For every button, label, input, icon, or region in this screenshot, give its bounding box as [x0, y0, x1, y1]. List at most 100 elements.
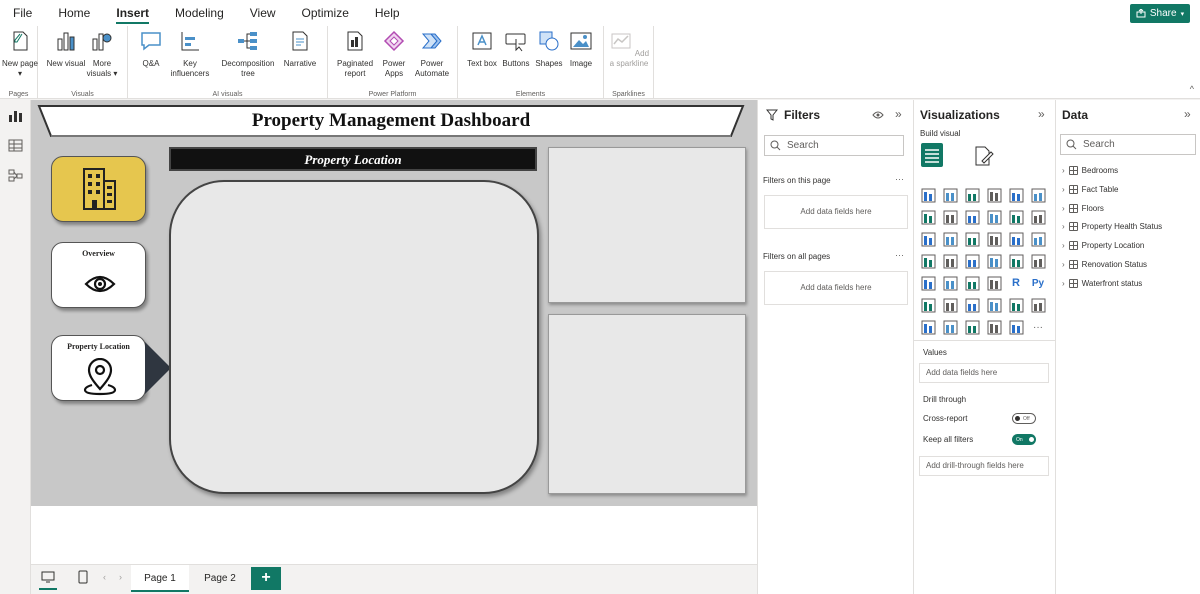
new-visual-button[interactable]: New visual [46, 29, 86, 69]
python-visual-visual-icon[interactable]: Py [1029, 274, 1047, 292]
home-nav-card[interactable] [51, 156, 146, 222]
qa-visual-icon[interactable] [963, 296, 981, 314]
decomposition-tree-button[interactable]: Decomposition tree [218, 29, 278, 79]
table-visual-icon[interactable] [963, 274, 981, 292]
power-apps-button[interactable]: Power Apps [374, 29, 414, 79]
add-page-button[interactable]: + [251, 567, 281, 590]
donut-visual-icon[interactable] [985, 230, 1003, 248]
power-apps-alt-visual-icon[interactable] [985, 318, 1003, 336]
slicer-visual-icon[interactable] [941, 274, 959, 292]
title-banner[interactable]: Property Management Dashboard [37, 104, 745, 137]
new-page-button[interactable]: New page ▾ [0, 29, 40, 79]
map-visual-placeholder[interactable] [169, 180, 539, 494]
power-automate-button[interactable]: Power Automate [412, 29, 452, 79]
waterfall-visual-icon[interactable] [1029, 208, 1047, 226]
report-view-icon[interactable] [8, 108, 23, 123]
data-table-item[interactable]: › Property Health Status [1062, 222, 1162, 232]
trophy-visual-icon[interactable] [1007, 296, 1025, 314]
collapse-visualizations-icon[interactable]: » [1038, 107, 1045, 121]
shape-map-visual-icon[interactable] [941, 252, 959, 270]
collapse-data-icon[interactable]: » [1184, 107, 1191, 121]
add-sparkline-button[interactable]: Add a sparkline [609, 29, 649, 69]
multi-row-card-visual-icon[interactable] [1029, 252, 1047, 270]
line-visual-icon[interactable] [919, 208, 937, 226]
table-view-icon[interactable] [8, 138, 23, 153]
qa-button[interactable]: Q&A [131, 29, 171, 69]
funnel-visual-icon[interactable] [919, 230, 937, 248]
more-visual-icon[interactable]: ··· [1029, 318, 1047, 336]
automate-alt-visual-icon[interactable] [1007, 318, 1025, 336]
narrative-visual-icon[interactable] [985, 296, 1003, 314]
menu-tab-home[interactable]: Home [45, 0, 103, 26]
property-location-nav-card[interactable]: Property Location [51, 335, 146, 401]
menu-tab-file[interactable]: File [0, 0, 45, 26]
page-tab-1[interactable]: Page 1 [131, 565, 189, 592]
arcgis-visual-icon[interactable] [963, 318, 981, 336]
pie-visual-icon[interactable] [963, 230, 981, 248]
visual-placeholder-bottom[interactable] [548, 314, 746, 494]
menu-tab-view[interactable]: View [237, 0, 289, 26]
scroll-left-icon[interactable]: ‹ [103, 572, 106, 582]
stacked-bar-visual-icon[interactable] [919, 186, 937, 204]
ribbon-visual-icon[interactable] [1007, 208, 1025, 226]
menu-tab-insert[interactable]: Insert [103, 0, 162, 26]
key-influencers-button[interactable]: Key influencers [170, 29, 210, 79]
paginated-visual-icon[interactable] [1029, 296, 1047, 314]
drill-through-well[interactable]: Add drill-through fields here [919, 456, 1049, 476]
treemap-visual-icon[interactable] [1007, 230, 1025, 248]
100-column-visual-icon[interactable] [1029, 186, 1047, 204]
data-table-item[interactable]: › Property Location [1062, 241, 1144, 251]
data-table-item[interactable]: › Waterfront status [1062, 278, 1142, 288]
matrix-visual-icon[interactable] [985, 274, 1003, 292]
more-options-icon[interactable]: ··· [895, 250, 904, 260]
share-button[interactable]: Share ▾ [1130, 4, 1190, 23]
menu-tab-help[interactable]: Help [362, 0, 413, 26]
stacked-column-visual-icon[interactable] [941, 186, 959, 204]
filters-page-well[interactable]: Add data fields here [764, 195, 908, 229]
build-visual-tab[interactable] [921, 143, 943, 167]
collapse-ribbon-icon[interactable]: ^ [1190, 84, 1194, 94]
kpi-visual-icon[interactable] [919, 274, 937, 292]
overview-nav-card[interactable]: Overview [51, 242, 146, 308]
keep-all-filters-toggle[interactable]: On [1012, 434, 1036, 445]
filled-map-visual-icon[interactable] [919, 252, 937, 270]
card-visual-icon[interactable] [1007, 252, 1025, 270]
values-well[interactable]: Add data fields here [919, 363, 1049, 383]
collapse-filters-icon[interactable]: » [895, 107, 902, 121]
format-visual-icon[interactable] [972, 145, 994, 167]
page-tab-2[interactable]: Page 2 [191, 565, 249, 592]
clustered-column-visual-icon[interactable] [985, 186, 1003, 204]
visual-placeholder-top[interactable] [548, 147, 746, 303]
data-table-item[interactable]: › Fact Table [1062, 184, 1118, 194]
data-search-input[interactable]: Search [1060, 134, 1196, 155]
r-visual-visual-icon[interactable]: R [1007, 274, 1025, 292]
paginated-report-button[interactable]: Paginated report [335, 29, 375, 79]
line-column-visual-icon[interactable] [985, 208, 1003, 226]
narrative-button[interactable]: Narrative [280, 29, 320, 69]
100-bar-visual-icon[interactable] [1007, 186, 1025, 204]
filters-all-pages-well[interactable]: Add data fields here [764, 271, 908, 305]
key-influencers-visual-icon[interactable] [919, 296, 937, 314]
image-button[interactable]: Image [561, 29, 601, 69]
data-table-item[interactable]: › Floors [1062, 203, 1104, 213]
clustered-bar-visual-icon[interactable] [963, 186, 981, 204]
power-automate-visual-icon[interactable] [941, 318, 959, 336]
mobile-layout-icon[interactable] [78, 570, 88, 584]
area-visual-icon[interactable] [941, 208, 959, 226]
power-apps-visual-icon[interactable] [919, 318, 937, 336]
eye-icon[interactable] [872, 111, 884, 119]
scatter-visual-icon[interactable] [941, 230, 959, 248]
model-view-icon[interactable] [8, 168, 23, 183]
filters-search-input[interactable]: Search [764, 135, 904, 156]
menu-tab-optimize[interactable]: Optimize [289, 0, 362, 26]
location-header[interactable]: Property Location [169, 147, 537, 171]
decomposition-visual-icon[interactable] [941, 296, 959, 314]
scroll-right-icon[interactable]: › [119, 572, 122, 582]
data-table-item[interactable]: › Renovation Status [1062, 260, 1147, 269]
stacked-area-visual-icon[interactable] [963, 208, 981, 226]
azure-map-visual-icon[interactable] [963, 252, 981, 270]
more-visuals-button[interactable]: More visuals ▾ [82, 29, 122, 79]
map-visual-icon[interactable] [1029, 230, 1047, 248]
cross-report-toggle[interactable]: Off [1012, 413, 1036, 424]
data-table-item[interactable]: › Bedrooms [1062, 166, 1118, 175]
